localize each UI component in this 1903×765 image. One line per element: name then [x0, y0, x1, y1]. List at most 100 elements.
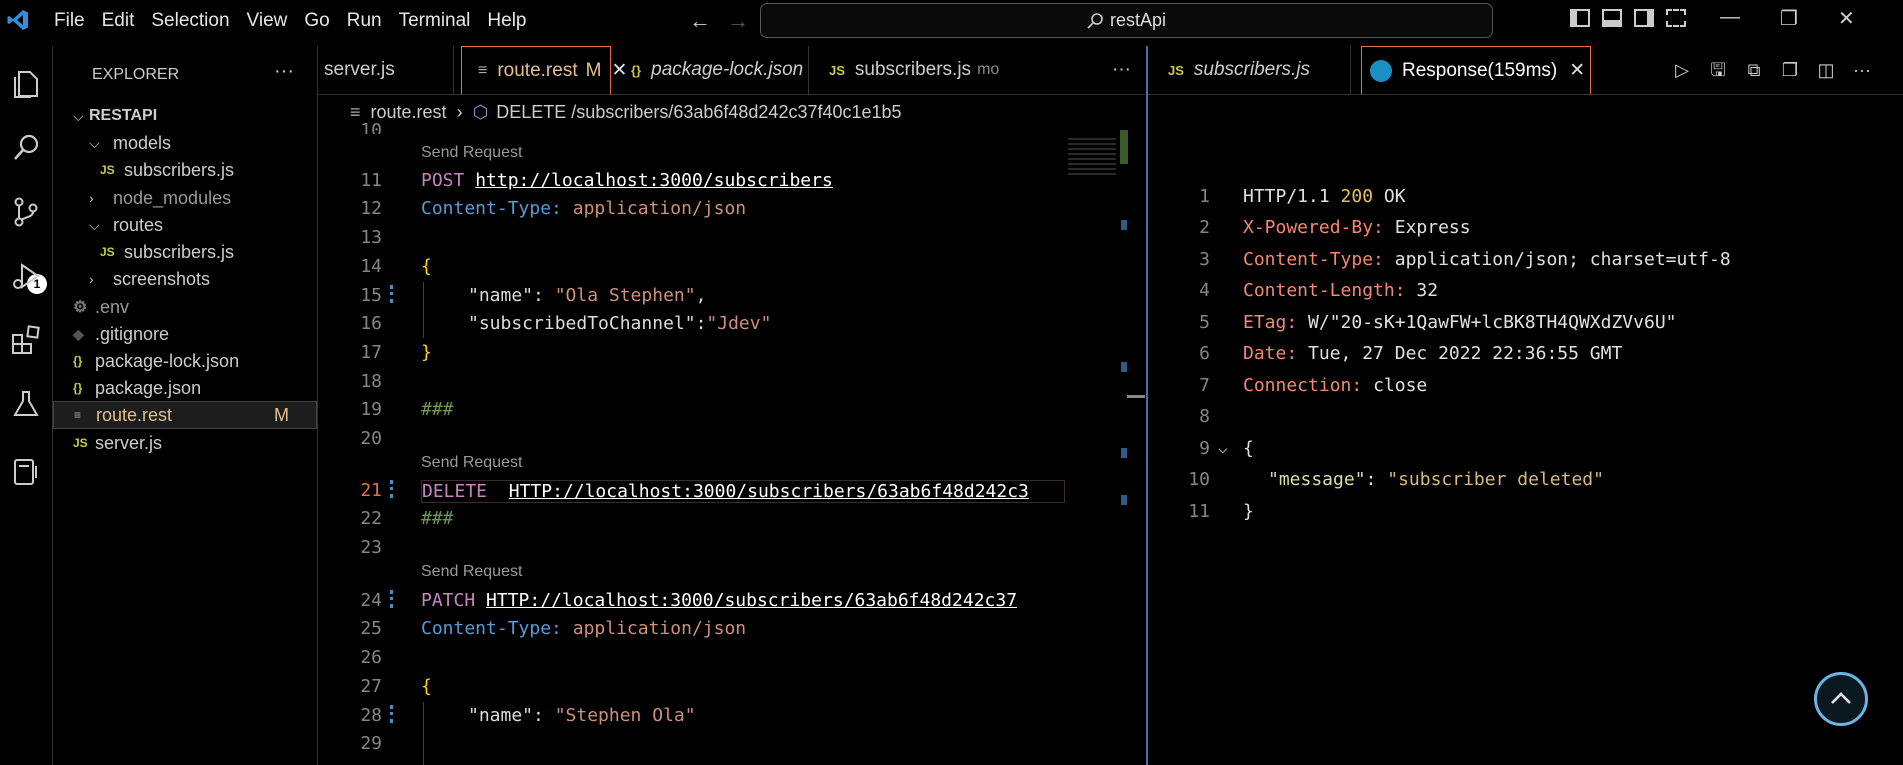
run-debug-icon[interactable] [0, 250, 52, 302]
close-tab-icon[interactable]: ✕ [1569, 59, 1585, 82]
save-body-icon[interactable]: ⧉ [1744, 60, 1764, 80]
tree-file-package-json[interactable]: {} package.json [53, 374, 317, 402]
send-request-link[interactable]: Send Request [421, 454, 522, 472]
menu-go[interactable]: Go [304, 10, 342, 32]
tree-root-restapi[interactable]: ⌵ RESTAPI [53, 102, 317, 130]
header-key: Date: [1243, 343, 1298, 364]
menu-run[interactable]: Run [347, 10, 395, 32]
tree-file-env[interactable]: ⚙ .env [53, 293, 317, 321]
menu-help[interactable]: Help [487, 10, 539, 32]
line-number: 1 [1199, 186, 1210, 207]
code-line-14: { [421, 256, 432, 277]
back-arrow-icon[interactable]: ← [689, 8, 711, 34]
js-file-icon: JS [100, 163, 115, 177]
code-line-16: "subscribedToChannel":"Jdev" [468, 313, 771, 334]
menu-view[interactable]: View [247, 10, 301, 32]
tree-folder-models[interactable]: ⌵ models [53, 129, 317, 157]
line-number: 7 [1199, 375, 1210, 396]
tree-root-label: RESTAPI [89, 107, 158, 124]
code-line-11: POST http://localhost:3000/subscribers [421, 170, 833, 191]
response-status-line: HTTP/1.1 200 OK [1243, 186, 1406, 207]
tab-package-lock[interactable]: {} package-lock.json [611, 46, 809, 94]
header-key: Content-Type: [1243, 249, 1384, 270]
tab-overflow-more-icon[interactable]: ··· [1098, 46, 1145, 94]
comma: , [695, 285, 707, 306]
run-icon[interactable]: ▷ [1672, 60, 1692, 80]
send-request-link[interactable]: Send Request [421, 563, 522, 581]
more-actions-icon[interactable]: ··· [1852, 60, 1872, 80]
code-line-12: Content-Type: application/json [421, 198, 746, 219]
extensions-icon[interactable] [0, 314, 52, 366]
modified-badge: M [274, 404, 289, 425]
split-editor-icon[interactable]: ◫ [1816, 60, 1836, 80]
close-window-icon[interactable]: ✕ [1838, 6, 1855, 31]
tab-subscribers-js[interactable]: JS subscribers.js mo [809, 46, 999, 94]
restore-icon[interactable]: ❐ [1780, 6, 1798, 31]
json-braces-icon: {} [73, 381, 83, 395]
line-number: 8 [1199, 406, 1210, 427]
scroll-to-top-button[interactable] [1814, 672, 1868, 726]
tab-subscribers-js-right[interactable]: JS subscribers.js [1148, 46, 1351, 94]
header-key: Content-Length: [1243, 280, 1406, 301]
response-body-line: "message": "subscriber deleted" [1268, 469, 1604, 490]
line-number: 3 [1199, 249, 1210, 270]
fold-chevron-down-icon[interactable]: ⌵ [1218, 438, 1228, 457]
menu-selection[interactable]: Selection [151, 10, 242, 32]
breadcrumb-symbol[interactable]: DELETE /subscribers/63ab6f48d242c37f40c1… [496, 102, 901, 123]
tree-file-routes-subscribers[interactable]: JS subscribers.js [53, 238, 317, 266]
tree-file-package-lock[interactable]: {} package-lock.json [53, 347, 317, 375]
toggle-primary-sidebar-icon[interactable] [1570, 9, 1590, 27]
copy-icon[interactable]: ❐ [1780, 60, 1800, 80]
save-response-icon[interactable]: 🖫 [1708, 60, 1728, 80]
http-method: PATCH [421, 590, 476, 611]
tree-file-gitignore[interactable]: ◆ .gitignore [53, 320, 317, 348]
code-editor-left[interactable]: 10 Send Request 11 POST http://localhost… [318, 120, 1145, 765]
tab-server-js[interactable]: server.js [318, 46, 454, 94]
testing-flask-icon[interactable] [0, 378, 52, 430]
minimize-icon[interactable]: — [1720, 6, 1740, 31]
toggle-secondary-sidebar-icon[interactable] [1634, 9, 1654, 27]
line-number: 15 [360, 285, 382, 306]
request-url[interactable]: HTTP://localhost:3000/subscribers/63ab6f… [486, 590, 1017, 611]
tree-file-route-rest[interactable]: ≡ route.rest M [53, 401, 317, 429]
line-number: 23 [360, 537, 382, 558]
customize-layout-icon[interactable] [1666, 9, 1686, 27]
tree-folder-screenshots[interactable]: › screenshots [53, 265, 317, 293]
tab-label: route.rest [497, 59, 578, 81]
forward-arrow-icon[interactable]: → [727, 8, 749, 34]
explorer-title: EXPLORER [92, 66, 180, 83]
tab-route-rest[interactable]: ≡ route.rest M ✕ [461, 46, 627, 94]
tree-folder-node-modules[interactable]: › node_modules [53, 184, 317, 212]
source-control-icon[interactable] [0, 186, 52, 238]
explorer-more-actions-icon[interactable]: ··· [274, 60, 294, 83]
send-request-link[interactable]: Send Request [421, 144, 522, 162]
explorer-icon[interactable] [0, 58, 52, 110]
header-value: close [1373, 375, 1428, 396]
status-protocol: HTTP/1.1 [1243, 186, 1330, 207]
minimap[interactable] [1064, 130, 1128, 765]
scrollbar-thumb[interactable] [1127, 395, 1145, 398]
tree-folder-routes[interactable]: ⌵ routes [53, 211, 317, 239]
tab-bar-right: JS subscribers.js Response(159ms) ✕ ▷ 🖫 … [1148, 46, 1903, 95]
tree-file-models-subscribers[interactable]: JS subscribers.js [53, 156, 317, 184]
line-number: 11 [360, 170, 382, 191]
command-center-search[interactable]: restApi [760, 3, 1493, 38]
line-number: 13 [360, 227, 382, 248]
menu-edit[interactable]: Edit [102, 10, 148, 32]
header-value: 32 [1416, 280, 1439, 301]
git-diamond-icon: ◆ [73, 325, 84, 342]
json-braces-icon: {} [73, 354, 83, 368]
chevron-right-icon: › [89, 271, 94, 287]
menu-file[interactable]: File [54, 10, 98, 32]
tree-label: node_modules [113, 187, 232, 208]
tab-response[interactable]: Response(159ms) ✕ [1361, 46, 1591, 94]
search-view-icon[interactable] [0, 122, 52, 174]
menu-terminal[interactable]: Terminal [399, 10, 484, 32]
request-url[interactable]: HTTP://localhost:3000/subscribers/63ab6f… [509, 481, 1029, 502]
request-url[interactable]: http://localhost:3000/subscribers [475, 170, 833, 191]
toggle-panel-icon[interactable] [1602, 9, 1622, 27]
remote-explorer-icon[interactable] [0, 446, 52, 498]
layout-controls [1570, 9, 1686, 27]
tree-file-server-js[interactable]: JS server.js [53, 429, 317, 457]
window-controls: — ❐ ✕ [1720, 6, 1855, 31]
